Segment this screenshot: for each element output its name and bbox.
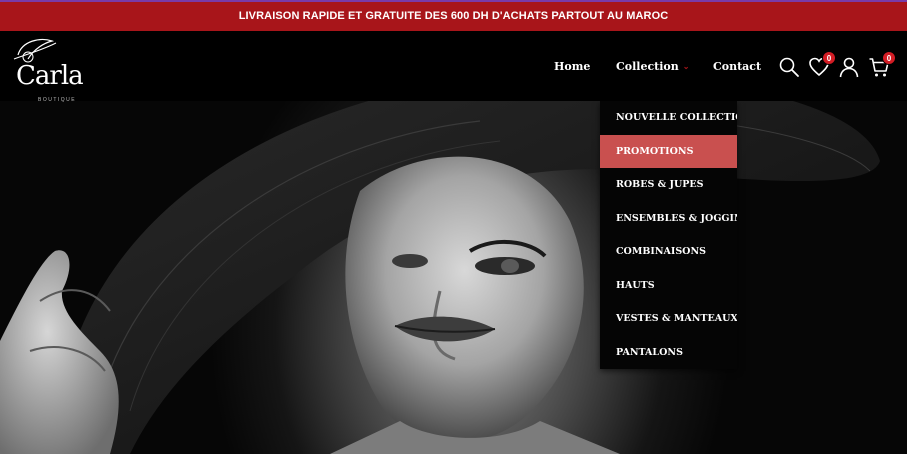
site-header: Carla BOUTIQUE Home Collection ⌄ Contact … <box>0 31 907 103</box>
user-icon[interactable] <box>838 56 860 78</box>
menu-item-robes-jupes[interactable]: ROBES & JUPES <box>600 168 737 202</box>
menu-item-nouvelle-collection[interactable]: NOUVELLE COLLECTION <box>600 101 737 135</box>
nav-collection[interactable]: Collection ⌄ <box>616 60 689 73</box>
menu-item-pantalons[interactable]: PANTALONS <box>600 336 737 370</box>
menu-item-hauts[interactable]: HAUTS <box>600 269 737 303</box>
menu-item-promotions[interactable]: PROMOTIONS <box>600 134 737 168</box>
logo[interactable]: Carla BOUTIQUE <box>8 35 90 103</box>
cart-button[interactable]: 0 <box>868 51 896 78</box>
search-icon[interactable] <box>778 56 800 78</box>
logo-name: Carla <box>16 61 84 91</box>
hero-image <box>0 101 907 454</box>
announcement-bar: LIVRAISON RAPIDE ET GRATUITE DES 600 DH … <box>0 2 907 31</box>
hero-portrait-illustration <box>0 101 880 454</box>
menu-item-ensembles-joggings[interactable]: ENSEMBLES & JOGGINGS <box>600 202 737 236</box>
chevron-down-icon: ⌄ <box>682 61 690 71</box>
nav-collection-label: Collection <box>616 60 679 73</box>
nav-home[interactable]: Home <box>554 60 590 73</box>
menu-item-vestes-manteaux[interactable]: VESTES & MANTEAUX <box>600 302 737 336</box>
wishlist-count-badge: 0 <box>822 51 836 65</box>
cart-count-badge: 0 <box>882 51 896 65</box>
logo-tagline: BOUTIQUE <box>38 97 77 103</box>
collection-dropdown-menu: NOUVELLE COLLECTION PROMOTIONS ROBES & J… <box>600 101 737 369</box>
nav-contact[interactable]: Contact <box>713 60 761 73</box>
menu-item-combinaisons[interactable]: COMBINAISONS <box>600 235 737 269</box>
wishlist-button[interactable]: 0 <box>808 51 836 78</box>
